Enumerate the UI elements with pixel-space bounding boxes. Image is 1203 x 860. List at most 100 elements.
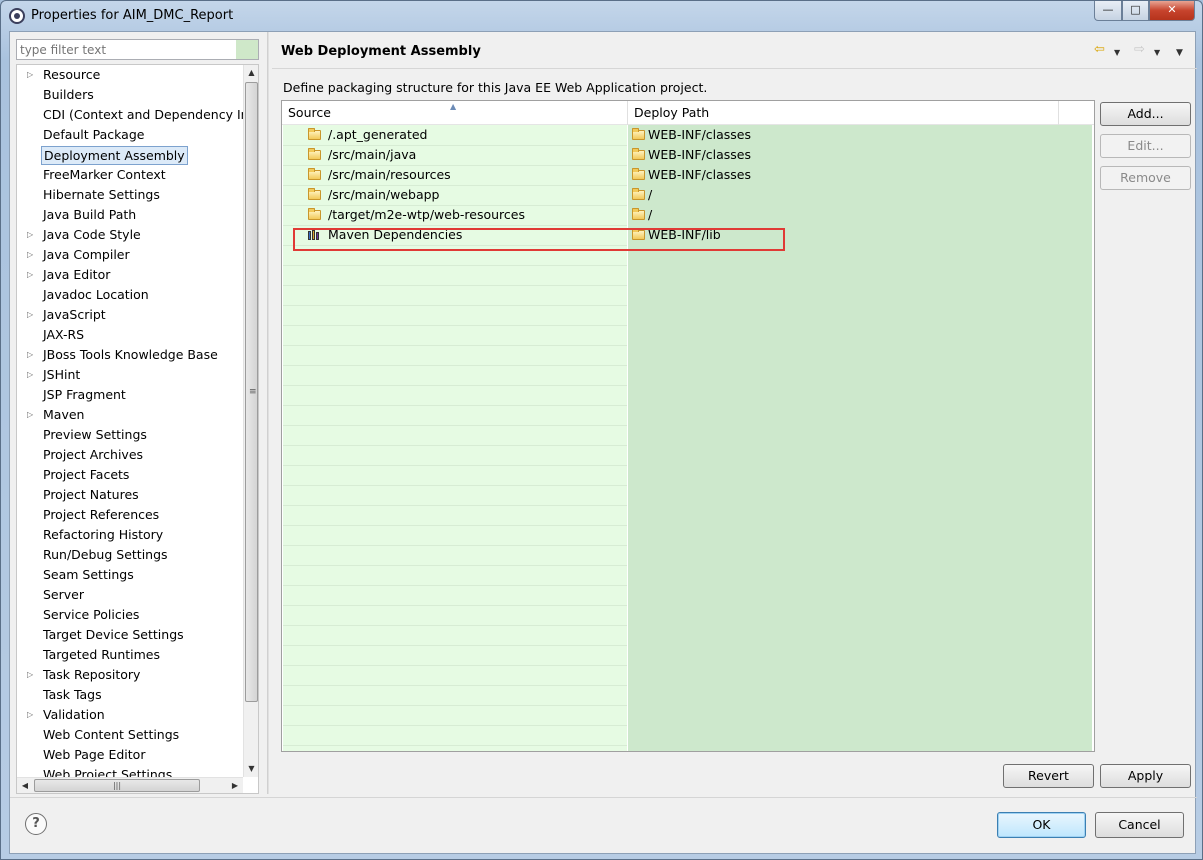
tree-item-label: Targeted Runtimes bbox=[43, 647, 160, 662]
tree-item[interactable]: JAX-RS bbox=[17, 325, 243, 345]
expand-arrow-icon[interactable]: ▷ bbox=[27, 305, 37, 325]
row-gridline bbox=[283, 325, 627, 326]
tree-item[interactable]: ▷ Java Editor bbox=[17, 265, 243, 285]
window-title: Properties for AIM_DMC_Report bbox=[31, 8, 234, 23]
apply-button[interactable]: Apply bbox=[1100, 764, 1191, 788]
expand-arrow-icon[interactable]: ▷ bbox=[27, 265, 37, 285]
tree-item-label: Java Compiler bbox=[43, 247, 130, 262]
tree-item[interactable]: Run/Debug Settings bbox=[17, 545, 243, 565]
tree-item[interactable]: ▷ JavaScript bbox=[17, 305, 243, 325]
filter-input[interactable] bbox=[17, 40, 234, 59]
tree-item-label: Project Facets bbox=[43, 467, 130, 482]
tree-item[interactable]: Targeted Runtimes bbox=[17, 645, 243, 665]
folder-icon bbox=[308, 145, 324, 166]
scroll-up-arrow-icon[interactable]: ▲ bbox=[244, 65, 258, 81]
scroll-right-arrow-icon[interactable]: ▶ bbox=[227, 778, 243, 793]
expand-arrow-icon[interactable]: ▷ bbox=[27, 665, 37, 685]
eclipse-app-icon bbox=[9, 8, 25, 24]
tree-item[interactable]: CDI (Context and Dependency Injection) bbox=[17, 105, 243, 125]
tree-item[interactable]: Web Page Editor bbox=[17, 745, 243, 765]
folder-icon bbox=[632, 225, 648, 246]
tree-vertical-scrollbar[interactable]: ▲ ≡ ▼ bbox=[243, 65, 258, 777]
tree-item[interactable]: Deployment Assembly bbox=[17, 145, 243, 165]
footer-divider bbox=[10, 797, 1197, 798]
scroll-left-arrow-icon[interactable]: ◀ bbox=[17, 778, 33, 793]
tree-item[interactable]: Refactoring History bbox=[17, 525, 243, 545]
tree-item[interactable]: ▷ Java Compiler bbox=[17, 245, 243, 265]
expand-arrow-icon[interactable]: ▷ bbox=[27, 405, 37, 425]
tree-item[interactable]: ▷ JSHint bbox=[17, 365, 243, 385]
source-path: /src/main/resources bbox=[328, 167, 451, 182]
expand-arrow-icon[interactable]: ▷ bbox=[27, 345, 37, 365]
revert-button[interactable]: Revert bbox=[1003, 764, 1094, 788]
tree-item[interactable]: ▷ Maven bbox=[17, 405, 243, 425]
tree-item[interactable]: Project Facets bbox=[17, 465, 243, 485]
tree-item[interactable]: FreeMarker Context bbox=[17, 165, 243, 185]
tree-item[interactable]: Hibernate Settings bbox=[17, 185, 243, 205]
back-dropdown-icon[interactable]: ▼ bbox=[1114, 45, 1120, 61]
table-row[interactable]: /src/main/webapp / bbox=[282, 185, 1094, 205]
expand-arrow-icon[interactable]: ▷ bbox=[27, 65, 37, 85]
scroll-thumb[interactable]: ≡ bbox=[245, 82, 258, 702]
tree-item[interactable]: Service Policies bbox=[17, 605, 243, 625]
tree-item[interactable]: ▷ Resource bbox=[17, 65, 243, 85]
table-row[interactable]: /src/main/java WEB-INF/classes bbox=[282, 145, 1094, 165]
maximize-button[interactable]: □ bbox=[1122, 1, 1149, 21]
table-row[interactable]: /target/m2e-wtp/web-resources / bbox=[282, 205, 1094, 225]
view-menu-icon[interactable]: ▼ bbox=[1176, 45, 1183, 61]
add-button[interactable]: Add... bbox=[1100, 102, 1191, 126]
forward-dropdown-icon[interactable]: ▼ bbox=[1154, 45, 1160, 61]
tree-item-label: JBoss Tools Knowledge Base bbox=[43, 347, 218, 362]
tree-item-label: Server bbox=[43, 587, 84, 602]
tree-item[interactable]: Web Project Settings bbox=[17, 765, 243, 777]
tree-item[interactable]: ▷ Task Repository bbox=[17, 665, 243, 685]
title-bar[interactable]: Properties for AIM_DMC_Report — □ ✕ bbox=[1, 1, 1202, 31]
panel-sash[interactable] bbox=[267, 32, 269, 794]
tree-item[interactable]: Project References bbox=[17, 505, 243, 525]
grip-icon: ≡ bbox=[249, 387, 257, 397]
tree-item-label: Validation bbox=[43, 707, 105, 722]
row-gridline bbox=[283, 445, 627, 446]
tree-item[interactable]: Default Package bbox=[17, 125, 243, 145]
row-gridline bbox=[283, 625, 627, 626]
tree-item[interactable]: Java Build Path bbox=[17, 205, 243, 225]
forward-arrow-icon[interactable]: ⇨ bbox=[1134, 42, 1145, 58]
tree-item-label: Refactoring History bbox=[43, 527, 164, 542]
tree-item[interactable]: Project Natures bbox=[17, 485, 243, 505]
expand-arrow-icon[interactable]: ▷ bbox=[27, 245, 37, 265]
row-gridline bbox=[283, 505, 627, 506]
properties-window: Properties for AIM_DMC_Report — □ ✕ ▷ Res… bbox=[0, 0, 1203, 860]
help-icon[interactable]: ? bbox=[25, 813, 47, 835]
page-title: Web Deployment Assembly bbox=[281, 44, 481, 59]
tree-item[interactable]: JSP Fragment bbox=[17, 385, 243, 405]
table-row[interactable]: /.apt_generated WEB-INF/classes bbox=[282, 125, 1094, 145]
expand-arrow-icon[interactable]: ▷ bbox=[27, 705, 37, 725]
scroll-down-arrow-icon[interactable]: ▼ bbox=[244, 761, 258, 777]
expand-arrow-icon[interactable]: ▷ bbox=[27, 365, 37, 385]
tree-item[interactable]: ▷ Validation bbox=[17, 705, 243, 725]
tree-item[interactable]: Project Archives bbox=[17, 445, 243, 465]
table-row[interactable]: /src/main/resources WEB-INF/classes bbox=[282, 165, 1094, 185]
table-row[interactable]: Maven Dependencies WEB-INF/lib bbox=[282, 225, 1094, 245]
tree-item[interactable]: Web Content Settings bbox=[17, 725, 243, 745]
close-button[interactable]: ✕ bbox=[1149, 1, 1195, 21]
column-header-deploy-path[interactable]: Deploy Path bbox=[628, 101, 1059, 125]
tree-item[interactable]: ▷ JBoss Tools Knowledge Base bbox=[17, 345, 243, 365]
tree-item[interactable]: Target Device Settings bbox=[17, 625, 243, 645]
tree-item[interactable]: Builders bbox=[17, 85, 243, 105]
filter-clear-icon[interactable] bbox=[236, 40, 258, 59]
tree-item[interactable]: Task Tags bbox=[17, 685, 243, 705]
tree-item[interactable]: ▷ Java Code Style bbox=[17, 225, 243, 245]
minimize-button[interactable]: — bbox=[1094, 1, 1122, 21]
horizontal-scroll-thumb[interactable]: ||| bbox=[34, 779, 200, 792]
tree-item[interactable]: Server bbox=[17, 585, 243, 605]
expand-arrow-icon[interactable]: ▷ bbox=[27, 225, 37, 245]
ok-button[interactable]: OK bbox=[997, 812, 1086, 838]
tree-horizontal-scrollbar[interactable]: ◀ ||| ▶ bbox=[17, 777, 243, 793]
tree-item[interactable]: Preview Settings bbox=[17, 425, 243, 445]
tree-item[interactable]: Seam Settings bbox=[17, 565, 243, 585]
back-arrow-icon[interactable]: ⇦ bbox=[1094, 42, 1105, 58]
tree-item[interactable]: Javadoc Location bbox=[17, 285, 243, 305]
cancel-button[interactable]: Cancel bbox=[1095, 812, 1184, 838]
column-header-source[interactable]: Source ▲ bbox=[282, 101, 628, 125]
